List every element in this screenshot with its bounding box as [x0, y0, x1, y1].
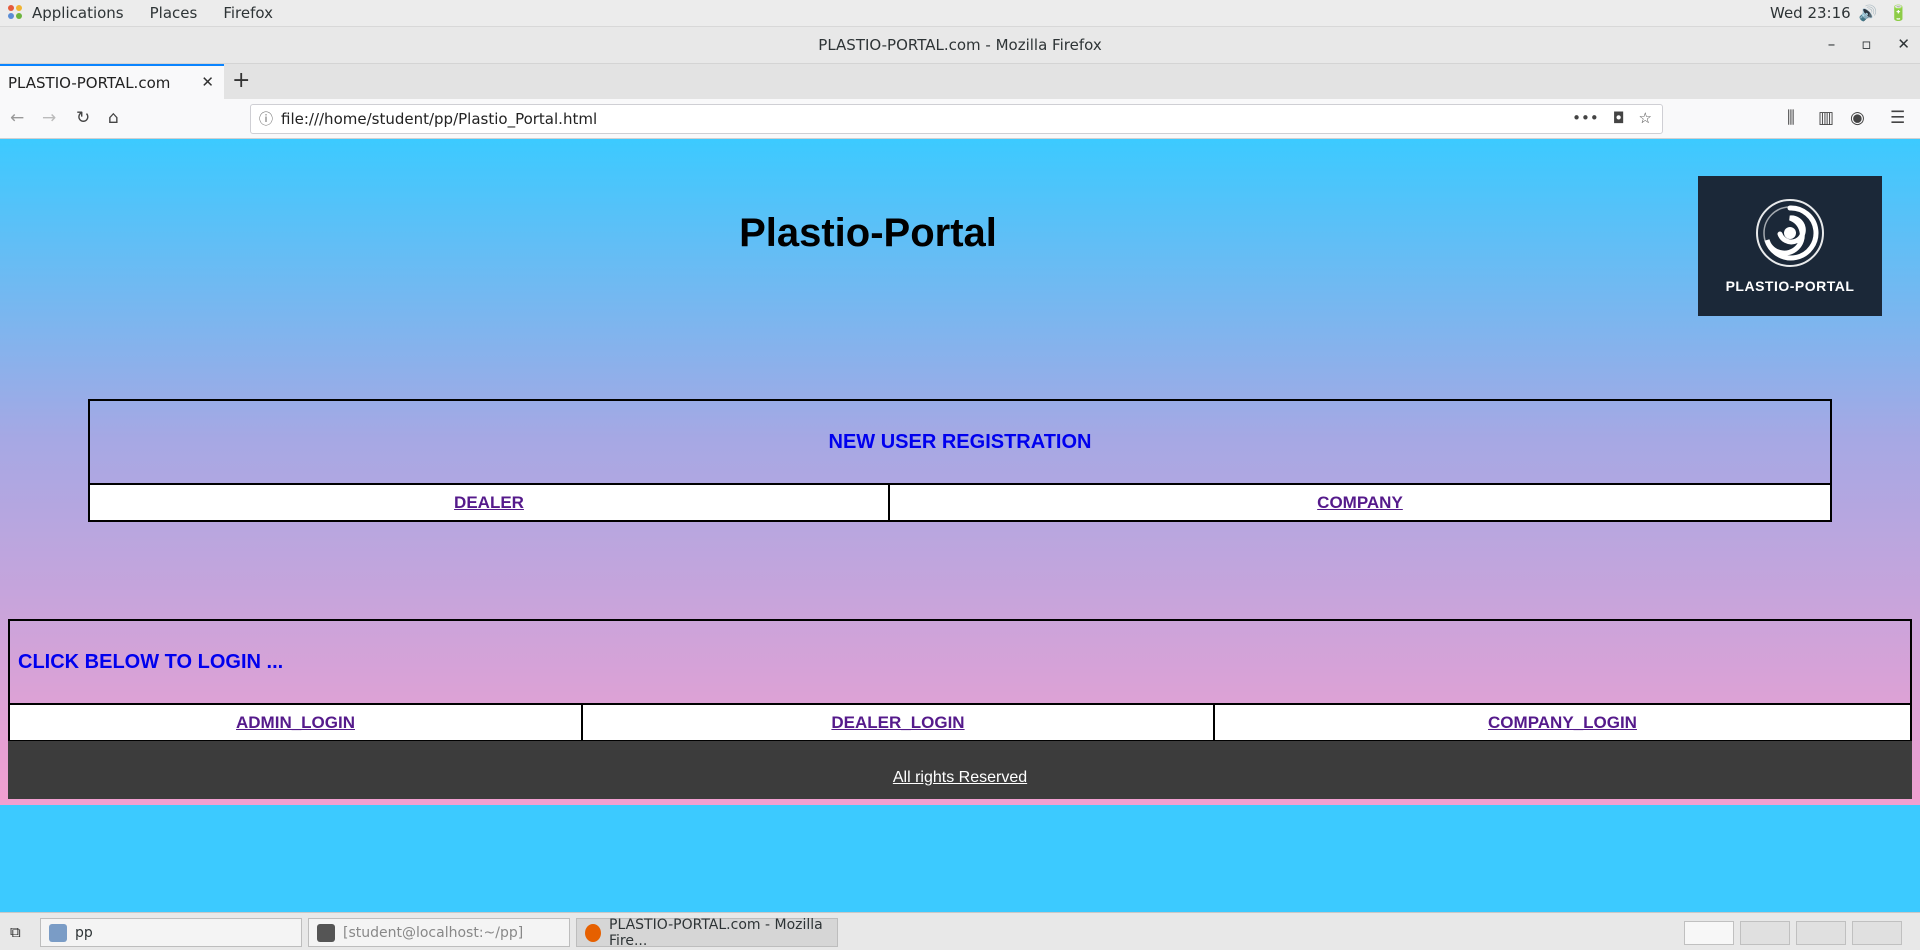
dealer-login-link[interactable]: DEALER_LOGIN: [831, 713, 964, 732]
show-desktop-icon[interactable]: ⧉: [10, 923, 21, 941]
home-icon[interactable]: ⌂: [108, 108, 119, 128]
workspace-2[interactable]: [1740, 921, 1790, 945]
site-info-icon[interactable]: ⓘ: [259, 109, 273, 129]
file-manager-icon: [49, 923, 67, 942]
registration-table: NEW USER REGISTRATION DEALER COMPANY: [88, 399, 1832, 522]
url-bar[interactable]: ⓘ file:///home/student/pp/Plastio_Portal…: [250, 104, 1663, 134]
window-title: PLASTIO-PORTAL.com - Mozilla Firefox: [818, 36, 1102, 54]
company-registration-link[interactable]: COMPANY: [1317, 493, 1403, 512]
footer: All rights Reserved: [8, 741, 1912, 799]
navigation-bar: ← → ↻ ⌂ ⓘ file:///home/student/pp/Plasti…: [0, 99, 1920, 139]
tab-title: PLASTIO-PORTAL.com: [8, 73, 171, 92]
tab-plastio-portal[interactable]: PLASTIO-PORTAL.com ✕: [0, 64, 224, 99]
login-header: CLICK BELOW TO LOGIN ...: [8, 619, 1912, 705]
close-window-icon[interactable]: ✕: [1897, 35, 1910, 53]
company-login-cell: COMPANY_LOGIN: [1213, 703, 1912, 742]
battery-icon[interactable]: 🔋: [1889, 4, 1908, 22]
url-actions: ••• ◘ ☆: [1572, 109, 1652, 127]
page-content: Plastio-Portal PLASTIO-PORTAL NEW USER R…: [0, 139, 1920, 805]
login-table: CLICK BELOW TO LOGIN ... ADMIN_LOGIN DEA…: [8, 619, 1912, 742]
workspace-1[interactable]: [1684, 921, 1734, 945]
swirl-logo-icon: [1756, 199, 1824, 267]
minimize-icon[interactable]: –: [1828, 35, 1836, 53]
pocket-icon[interactable]: ◘: [1613, 109, 1625, 127]
reload-icon[interactable]: ↻: [76, 108, 90, 128]
forward-icon[interactable]: →: [42, 108, 56, 128]
logo-text: PLASTIO-PORTAL: [1725, 278, 1855, 294]
taskbar-item-label: pp: [75, 924, 93, 941]
clock[interactable]: Wed 23:16: [1770, 4, 1851, 22]
applications-icon: [8, 5, 24, 21]
maximize-icon[interactable]: ▫: [1861, 35, 1871, 53]
firefox-icon: [585, 923, 601, 942]
bookmark-star-icon[interactable]: ☆: [1639, 109, 1652, 127]
workspace-4[interactable]: [1852, 921, 1902, 945]
taskbar: ⧉ pp [student@localhost:~/pp] PLASTIO-PO…: [0, 912, 1920, 950]
taskbar-item-label: [student@localhost:~/pp]: [343, 924, 524, 941]
applications-menu[interactable]: Applications: [32, 4, 124, 22]
volume-icon[interactable]: 🔊: [1859, 4, 1878, 22]
account-icon[interactable]: ◉: [1850, 108, 1865, 128]
gnome-top-bar: Applications Places Firefox Wed 23:16 🔊 …: [0, 0, 1920, 27]
company-registration-cell: COMPANY: [888, 483, 1832, 522]
taskbar-item-firefox[interactable]: PLASTIO-PORTAL.com - Mozilla Fire...: [576, 916, 838, 949]
dealer-login-cell: DEALER_LOGIN: [581, 703, 1215, 742]
close-tab-icon[interactable]: ✕: [201, 73, 214, 91]
top-menu: Applications Places Firefox: [0, 4, 299, 22]
admin-login-link[interactable]: ADMIN_LOGIN: [236, 713, 355, 732]
page-actions-icon[interactable]: •••: [1572, 109, 1599, 127]
admin-login-cell: ADMIN_LOGIN: [8, 703, 583, 742]
footer-rights-link[interactable]: All rights Reserved: [893, 769, 1027, 787]
workspace-3[interactable]: [1796, 921, 1846, 945]
hamburger-menu-icon[interactable]: ☰: [1890, 108, 1905, 128]
firefox-menu[interactable]: Firefox: [223, 4, 273, 22]
taskbar-item-file-manager[interactable]: pp: [40, 918, 302, 947]
taskbar-item-terminal[interactable]: [student@localhost:~/pp]: [308, 918, 570, 947]
window-title-bar: PLASTIO-PORTAL.com - Mozilla Firefox – ▫…: [0, 27, 1920, 64]
dealer-registration-cell: DEALER: [88, 483, 890, 522]
company-login-link[interactable]: COMPANY_LOGIN: [1488, 713, 1637, 732]
window-controls: – ▫ ✕: [1828, 35, 1910, 53]
sidebar-icon[interactable]: ▥: [1818, 108, 1834, 128]
back-icon[interactable]: ←: [10, 108, 24, 128]
places-menu[interactable]: Places: [150, 4, 198, 22]
taskbar-item-label: PLASTIO-PORTAL.com - Mozilla Fire...: [609, 916, 823, 949]
terminal-icon: [317, 923, 335, 942]
library-icon[interactable]: ⫼: [1787, 108, 1795, 128]
new-tab-icon[interactable]: +: [232, 68, 250, 93]
dealer-registration-link[interactable]: DEALER: [454, 493, 524, 512]
system-tray[interactable]: 🔊 🔋: [1859, 4, 1908, 22]
page-title: Plastio-Portal: [739, 211, 997, 255]
tab-strip: PLASTIO-PORTAL.com ✕ +: [0, 64, 1920, 99]
site-logo: PLASTIO-PORTAL: [1698, 176, 1882, 316]
registration-header: NEW USER REGISTRATION: [88, 399, 1832, 485]
url-text[interactable]: file:///home/student/pp/Plastio_Portal.h…: [281, 110, 597, 128]
